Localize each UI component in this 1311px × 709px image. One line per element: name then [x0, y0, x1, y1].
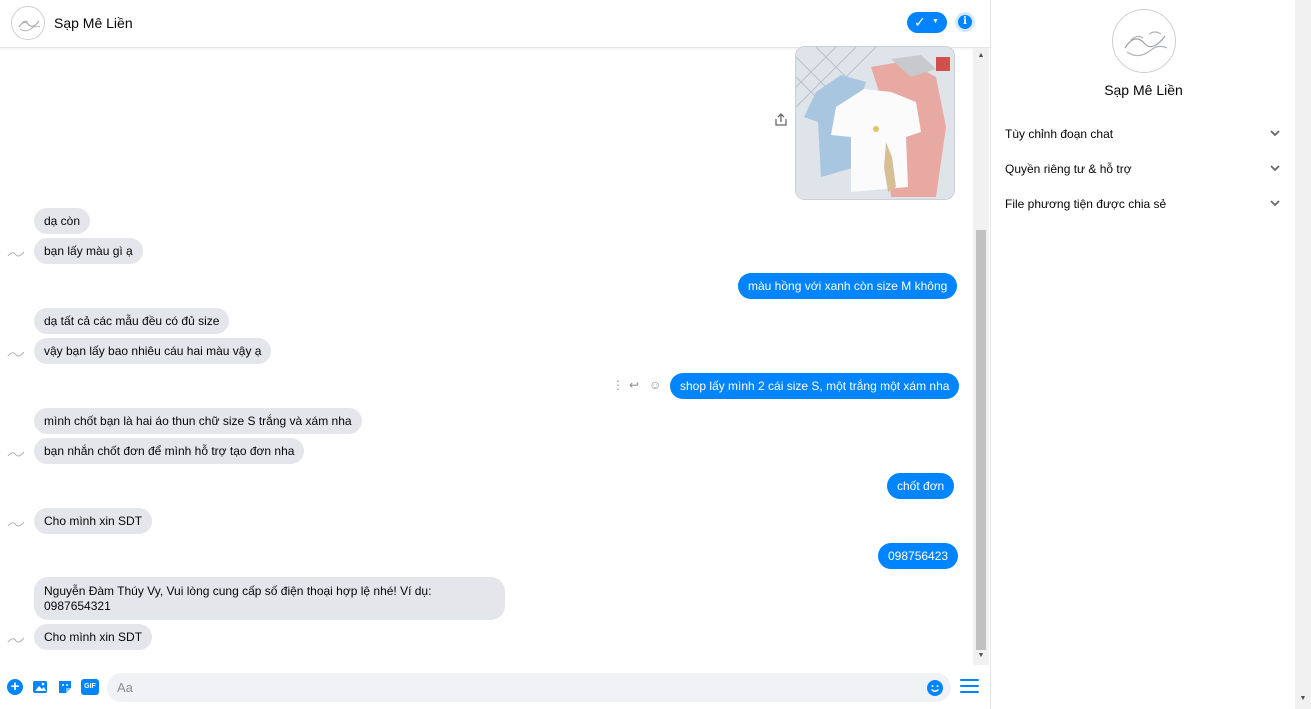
reply-icon[interactable]: ↩: [629, 377, 639, 393]
chevron-down-icon: [1270, 165, 1280, 172]
sender-avatar: [5, 343, 27, 365]
incoming-message[interactable]: Cho mình xin SDT: [34, 624, 153, 650]
scroll-up-icon[interactable]: ▲: [973, 52, 989, 59]
logo-sketch-icon: [7, 351, 25, 357]
check-icon: ✓: [914, 14, 926, 30]
incoming-message[interactable]: Nguyễn Đàm Thúy Vy, Vui lòng cung cấp số…: [34, 577, 505, 620]
sticker-icon[interactable]: [57, 679, 73, 695]
conversation-title: Sạp Mê Liền: [54, 15, 133, 31]
logo-sketch-icon: [7, 637, 25, 643]
mark-done-button[interactable]: ✓ ▼: [907, 12, 947, 33]
logo-sketch-icon: [18, 20, 41, 32]
sender-avatar: [5, 243, 27, 265]
emoji-icon[interactable]: [927, 680, 943, 696]
logo-sketch-icon: [7, 251, 25, 257]
logo-sketch-icon: [1124, 31, 1168, 57]
section-label: Tùy chỉnh đoạn chat: [1005, 127, 1114, 141]
logo-sketch-icon: [7, 521, 25, 527]
chat-scrollbar[interactable]: ▲ ▼: [973, 48, 989, 665]
plus-circle-icon[interactable]: +: [7, 679, 23, 695]
smile-face: [931, 685, 939, 692]
message-input[interactable]: [107, 673, 951, 702]
more-options-icon[interactable]: ⋮: [612, 377, 624, 393]
incoming-message[interactable]: mình chốt bạn là hai áo thun chữ size S …: [34, 408, 362, 434]
section-customize-chat[interactable]: Tùy chỉnh đoạn chat: [1005, 125, 1280, 145]
chat-window: Sạp Mê Liền ✓ ▼ i dạ còn bạn lấy màu gì …: [0, 0, 990, 709]
chevron-down-icon: [1270, 130, 1280, 137]
react-icon[interactable]: ☺: [649, 377, 661, 393]
photo-icon[interactable]: [32, 679, 48, 695]
incoming-message[interactable]: dạ tất cả các mẫu đều có đủ size: [34, 308, 230, 334]
section-shared-media[interactable]: File phương tiện được chia sẻ: [1005, 195, 1280, 215]
avatar[interactable]: [11, 6, 45, 40]
incoming-message[interactable]: bạn nhắn chốt đơn để mình hỗ trợ tạo đơn…: [34, 438, 305, 464]
outgoing-message[interactable]: chốt đơn: [887, 473, 955, 499]
gif-icon[interactable]: GIF: [81, 679, 99, 695]
outgoing-message[interactable]: 098756423: [878, 543, 959, 569]
panel-avatar[interactable]: [1112, 9, 1176, 73]
section-privacy-support[interactable]: Quyền riêng tư & hỗ trợ: [1005, 160, 1280, 180]
share-icon[interactable]: [773, 112, 789, 128]
composer: + GIF: [0, 665, 990, 709]
sender-avatar: [5, 513, 27, 535]
page-scrollbar[interactable]: ▼: [1295, 0, 1311, 709]
sender-avatar: [5, 629, 27, 651]
outgoing-message[interactable]: shop lấy mình 2 cái size S, một trắng mộ…: [670, 373, 960, 399]
info-button[interactable]: i: [955, 12, 975, 32]
incoming-message[interactable]: bạn lấy màu gì ạ: [34, 238, 143, 264]
panel-title: Sạp Mê Liền: [1104, 82, 1183, 98]
chevron-down-icon: ▼: [932, 18, 939, 25]
incoming-message[interactable]: dạ còn: [34, 208, 91, 234]
chevron-down-icon: [1270, 200, 1280, 207]
incoming-message[interactable]: vậy bạn lấy bao nhiêu cáu hai màu vậy ạ: [34, 338, 272, 364]
incoming-message[interactable]: Cho mình xin SDT: [34, 508, 153, 534]
chat-header: Sạp Mê Liền ✓ ▼ i: [0, 0, 990, 48]
menu-icon[interactable]: [960, 679, 979, 695]
scroll-down-icon[interactable]: ▼: [973, 652, 989, 659]
product-photo[interactable]: [795, 46, 955, 200]
conversation-info-panel: Sạp Mê Liền Tùy chỉnh đoạn chat Quyền ri…: [990, 0, 1295, 709]
logo-sketch-icon: [7, 451, 25, 457]
section-label: Quyền riêng tư & hỗ trợ: [1005, 162, 1132, 176]
info-icon: i: [958, 15, 972, 29]
section-label: File phương tiện được chia sẻ: [1005, 197, 1167, 211]
scroll-down-icon[interactable]: ▼: [1295, 695, 1311, 702]
outgoing-message[interactable]: màu hồng với xanh còn size M không: [738, 273, 958, 299]
scrollbar-thumb[interactable]: [976, 230, 986, 650]
sender-avatar: [5, 443, 27, 465]
shirts-photo: [796, 47, 954, 199]
